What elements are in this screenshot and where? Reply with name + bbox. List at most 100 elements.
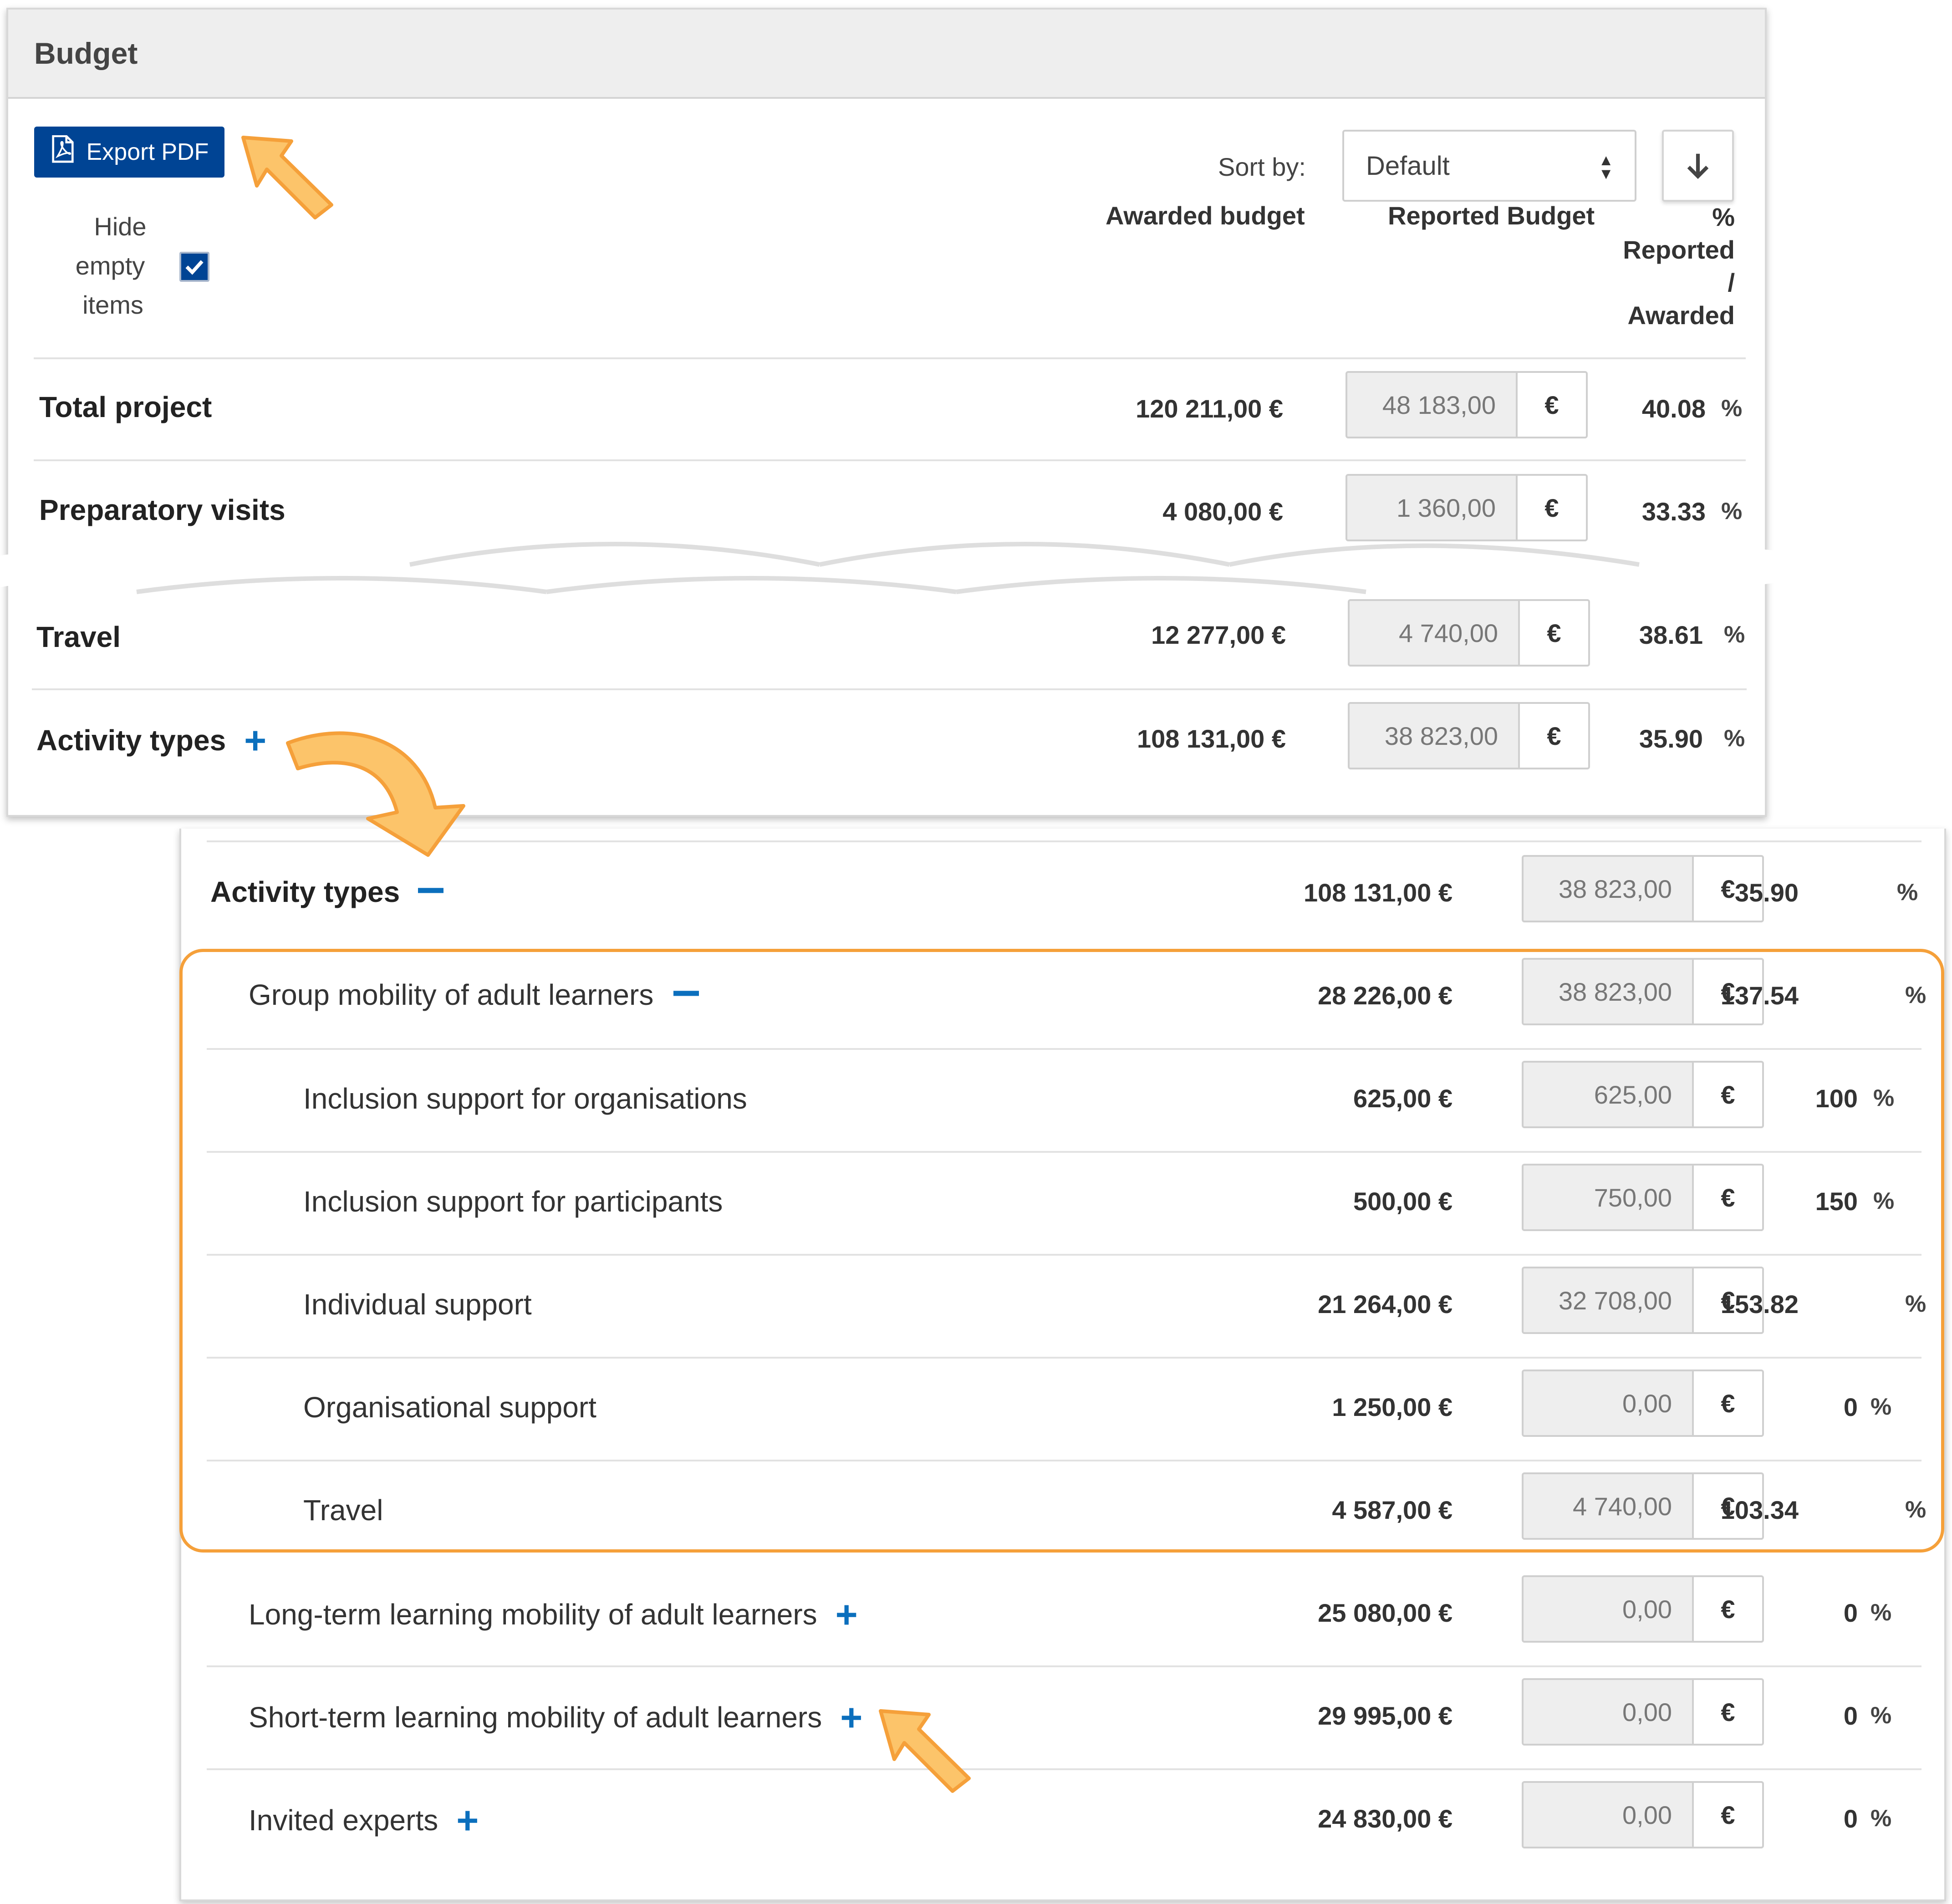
expand-plus-icon[interactable]: + <box>836 1595 858 1634</box>
panel-title: Budget <box>34 36 138 70</box>
pct-long-term: 0 <box>1843 1599 1858 1627</box>
column-pct-line4: Awarded <box>1627 301 1735 330</box>
pct-inclusion-organisations: 100 <box>1815 1084 1858 1113</box>
pct-individual-support: 153.82 <box>1720 1290 1799 1319</box>
pct-group-mobility: 137.54 <box>1720 981 1799 1010</box>
row-group-mobility: Group mobility of adult learners <box>249 978 699 1012</box>
pct-activity-types: 35.90 <box>1734 878 1799 907</box>
row-label-inclusion-participants: Inclusion support for participants <box>303 1185 723 1218</box>
pct-travel: 38.61 <box>1639 621 1703 649</box>
row-label-preparatory-visits: Preparatory visits <box>39 494 285 526</box>
percent-symbol: % <box>1724 725 1745 752</box>
percent-symbol: % <box>1873 1188 1895 1214</box>
row-label-invited-experts: Invited experts <box>249 1804 438 1837</box>
row-label-inclusion-organisations: Inclusion support for organisations <box>303 1082 747 1115</box>
awarded-invited-experts: 24 830,00 € <box>1318 1804 1453 1833</box>
row-divider <box>207 1254 1921 1256</box>
row-divider <box>32 688 1747 690</box>
percent-symbol: % <box>1721 498 1743 524</box>
row-divider <box>34 459 1746 461</box>
awarded-activity-types: 108 131,00 € <box>1304 878 1453 907</box>
sort-select[interactable]: Default ▲ ▼ <box>1342 130 1636 202</box>
expand-plus-icon[interactable]: + <box>244 721 266 759</box>
percent-symbol: % <box>1870 1702 1892 1729</box>
reported-input-invited-experts[interactable]: 0,00 <box>1522 1781 1694 1848</box>
hide-empty-label-line1: Hide <box>94 212 147 241</box>
row-short-term: Short-term learning mobility of adult le… <box>249 1698 862 1736</box>
row-divider <box>34 357 1746 359</box>
hide-empty-checkbox[interactable] <box>179 252 209 282</box>
select-arrows-icon: ▲ ▼ <box>1598 152 1614 183</box>
reported-input-total-project[interactable]: 48 183,00 <box>1346 371 1518 438</box>
pct-total-project: 40.08 <box>1641 394 1706 423</box>
row-activity-types-collapsed: Activity types + <box>36 721 266 759</box>
reported-input-inclusion-organisations[interactable]: 625,00 <box>1522 1061 1694 1128</box>
percent-symbol: % <box>1870 1599 1892 1626</box>
awarded-travel: 12 277,00 € <box>1151 621 1286 649</box>
awarded-activity-types: 108 131,00 € <box>1137 724 1286 753</box>
row-divider <box>207 1151 1921 1153</box>
awarded-preparatory-visits: 4 080,00 € <box>1162 497 1283 526</box>
awarded-total-project: 120 211,00 € <box>1136 394 1283 423</box>
pct-inclusion-participants: 150 <box>1815 1187 1858 1216</box>
awarded-organisational-support: 1 250,00 € <box>1332 1393 1453 1421</box>
row-divider <box>207 1357 1921 1359</box>
percent-symbol: % <box>1905 1497 1927 1523</box>
awarded-short-term: 29 995,00 € <box>1318 1701 1453 1730</box>
column-pct-line1: % <box>1712 203 1735 231</box>
reported-input-organisational-support[interactable]: 0,00 <box>1522 1369 1694 1437</box>
percent-symbol: % <box>1724 621 1745 648</box>
awarded-travel-sub: 4 587,00 € <box>1332 1496 1453 1524</box>
row-divider <box>207 1460 1921 1461</box>
awarded-individual-support: 21 264,00 € <box>1318 1290 1453 1319</box>
pct-activity-types: 35.90 <box>1639 724 1703 753</box>
row-label-activity-types: Activity types <box>210 876 400 908</box>
collapse-minus-icon[interactable] <box>673 990 699 999</box>
percent-symbol: % <box>1905 982 1927 1008</box>
row-label-long-term: Long-term learning mobility of adult lea… <box>249 1598 817 1631</box>
column-awarded-budget: Awarded budget <box>1106 201 1305 230</box>
percent-symbol: % <box>1873 1085 1895 1111</box>
pct-travel-sub: 103.34 <box>1720 1496 1799 1524</box>
sort-select-value: Default <box>1366 151 1450 181</box>
reported-input-travel[interactable]: 4 740,00 <box>1348 599 1520 667</box>
row-divider <box>207 1665 1921 1667</box>
reported-input-short-term[interactable]: 0,00 <box>1522 1678 1694 1746</box>
row-label-total-project: Total project <box>39 391 212 423</box>
sort-by-label: Sort by: <box>1218 153 1306 181</box>
collapse-minus-icon[interactable] <box>418 887 444 896</box>
row-long-term: Long-term learning mobility of adult lea… <box>249 1595 858 1634</box>
expand-plus-icon[interactable]: + <box>840 1698 862 1736</box>
row-label-short-term: Short-term learning mobility of adult le… <box>249 1701 822 1734</box>
reported-input-long-term[interactable]: 0,00 <box>1522 1575 1694 1643</box>
percent-symbol: % <box>1870 1805 1892 1832</box>
annotation-arrow-icon <box>241 136 333 219</box>
pct-invited-experts: 0 <box>1843 1804 1858 1833</box>
row-label-group-mobility: Group mobility of adult learners <box>249 978 654 1011</box>
row-divider <box>207 1768 1921 1770</box>
pct-preparatory-visits: 33.33 <box>1641 497 1706 526</box>
checkmark-icon <box>185 260 204 275</box>
awarded-inclusion-participants: 500,00 € <box>1353 1187 1453 1216</box>
awarded-group-mobility: 28 226,00 € <box>1318 981 1453 1010</box>
row-divider <box>207 1048 1921 1050</box>
reported-input-preparatory-visits[interactable]: 1 360,00 <box>1346 474 1518 541</box>
awarded-inclusion-organisations: 625,00 € <box>1353 1084 1453 1113</box>
reported-input-activity-types[interactable]: 38 823,00 <box>1348 702 1520 769</box>
row-label-organisational-support: Organisational support <box>303 1391 596 1424</box>
pct-organisational-support: 0 <box>1843 1393 1858 1421</box>
reported-input-inclusion-participants[interactable]: 750,00 <box>1522 1164 1694 1231</box>
hide-empty-label-line2: empty <box>75 251 145 280</box>
expand-plus-icon[interactable]: + <box>456 1801 479 1839</box>
sort-direction-button[interactable] <box>1662 130 1734 202</box>
row-invited-experts: Invited experts + <box>249 1801 479 1839</box>
highlight-frame <box>179 949 1944 1553</box>
curved-arrow-icon <box>286 731 465 857</box>
row-activity-types-expanded: Activity types <box>210 875 444 909</box>
pdf-icon <box>50 135 76 169</box>
annotation-arrow-icon <box>879 1709 971 1793</box>
panel-header: Budget <box>8 10 1765 99</box>
awarded-long-term: 25 080,00 € <box>1318 1599 1453 1627</box>
percent-symbol: % <box>1721 395 1743 422</box>
export-pdf-button[interactable]: Export PDF <box>34 127 224 178</box>
